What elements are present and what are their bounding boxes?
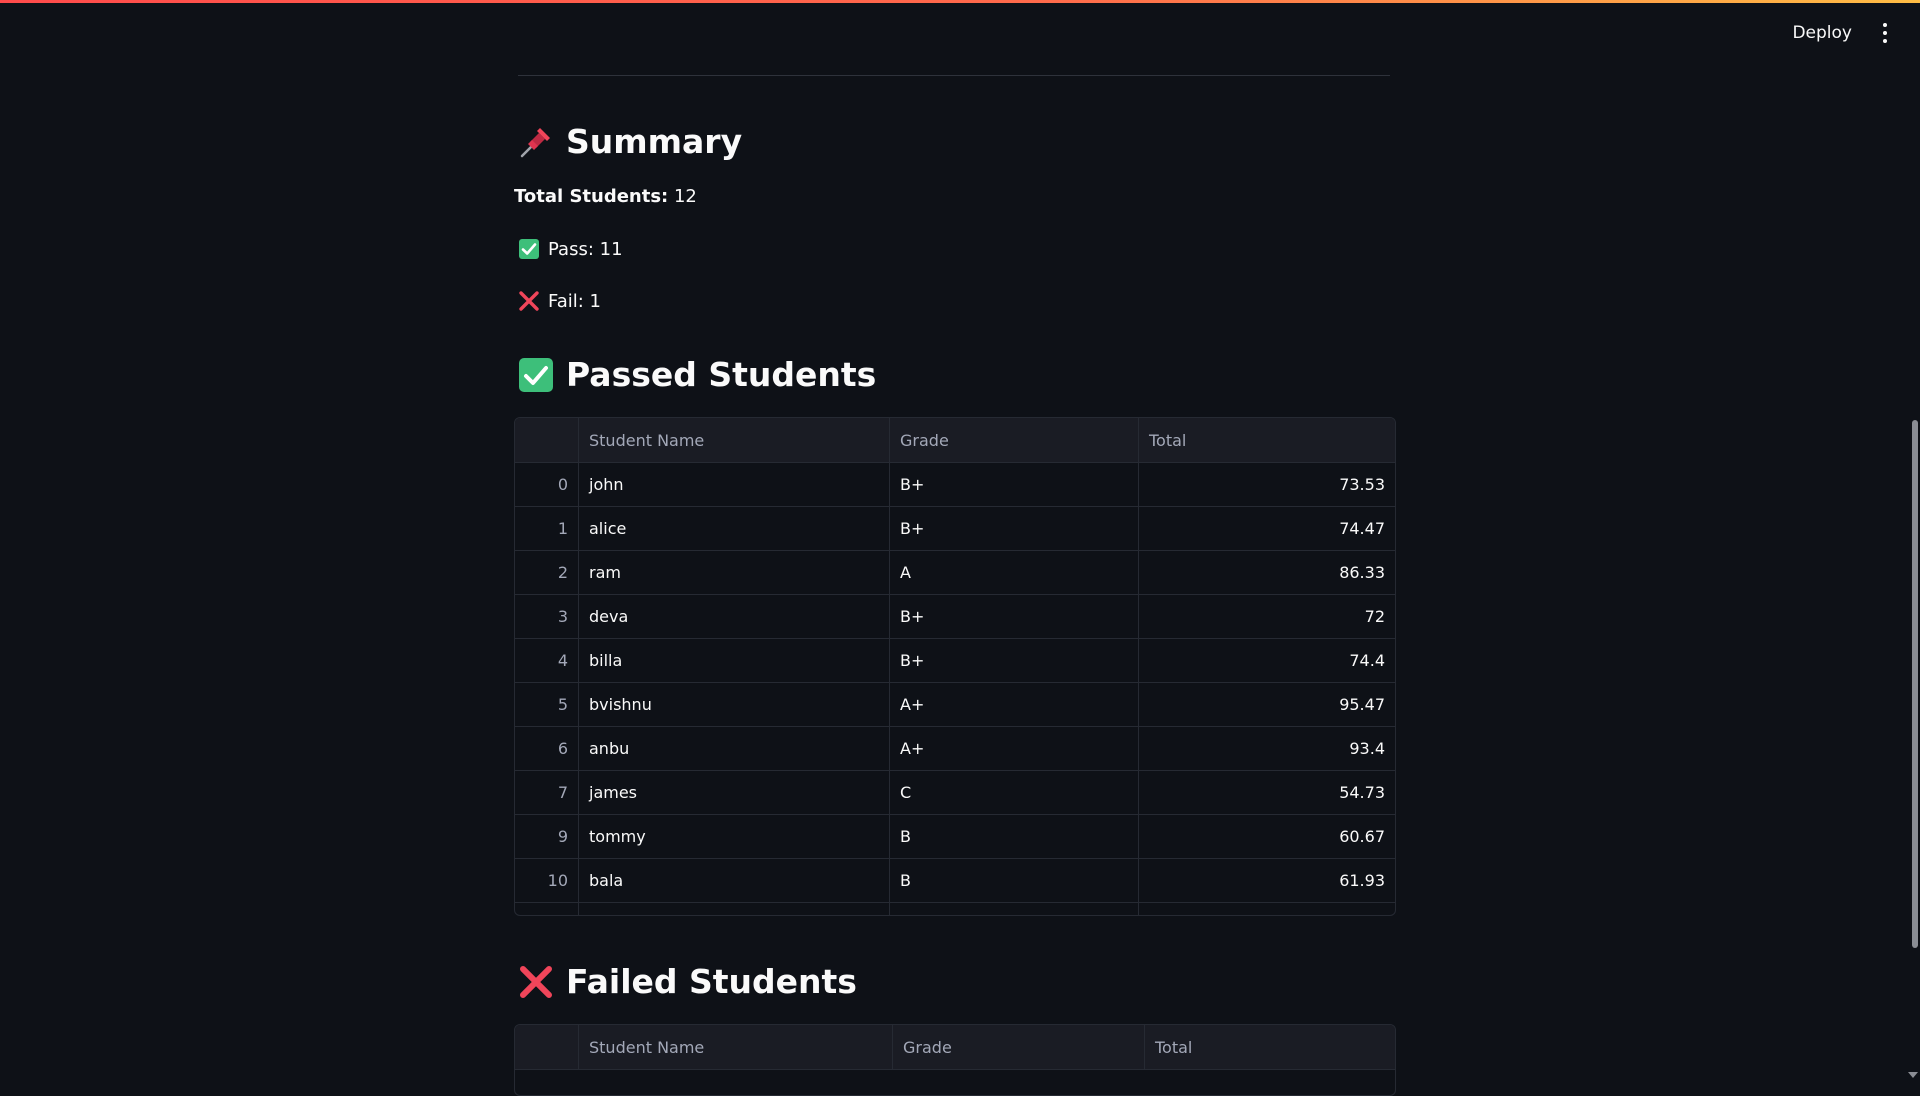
grade-cell[interactable]: B+: [890, 639, 1139, 682]
total-students-value: 12: [674, 186, 697, 207]
pass-count-text: Pass: 11: [548, 239, 623, 260]
grade-cell: [890, 903, 1139, 916]
student-name-column-header[interactable]: Student Name: [579, 1025, 893, 1069]
total-cell[interactable]: 74.4: [1139, 639, 1395, 682]
row-index-cell[interactable]: 4: [515, 639, 579, 682]
table-row[interactable]: 2ramA86.33: [515, 551, 1395, 595]
table-header-row: Student Name Grade Total: [515, 1025, 1395, 1070]
summary-heading: Summary: [518, 122, 742, 161]
total-students-line: Total Students: 12: [514, 186, 697, 207]
student-name-cell: [579, 903, 890, 916]
student-name-cell[interactable]: deva: [579, 595, 890, 638]
pass-count-line: Pass: 11: [518, 238, 623, 260]
grade-cell[interactable]: A+: [890, 727, 1139, 770]
table-header-row: Student Name Grade Total: [515, 418, 1395, 463]
grade-cell[interactable]: A: [890, 551, 1139, 594]
student-name-cell[interactable]: anbu: [579, 727, 890, 770]
cross-mark-icon: [518, 290, 540, 312]
check-mark-button-icon: [518, 357, 554, 393]
grade-cell[interactable]: B+: [890, 463, 1139, 506]
row-index-cell[interactable]: 9: [515, 815, 579, 858]
top-accent-bar: [0, 0, 1920, 3]
pushpin-icon: [518, 124, 554, 160]
total-column-header[interactable]: Total: [1145, 1025, 1395, 1069]
grade-cell[interactable]: C: [890, 771, 1139, 814]
summary-title: Summary: [566, 122, 742, 161]
total-cell[interactable]: 86.33: [1139, 551, 1395, 594]
table-row[interactable]: 4billaB+74.4: [515, 639, 1395, 683]
student-name-cell[interactable]: billa: [579, 639, 890, 682]
student-name-cell[interactable]: tommy: [579, 815, 890, 858]
row-index-cell[interactable]: 6: [515, 727, 579, 770]
row-index-cell[interactable]: 1: [515, 507, 579, 550]
total-cell: [1139, 903, 1395, 916]
row-index-cell[interactable]: 2: [515, 551, 579, 594]
section-divider: [518, 75, 1390, 76]
table-row[interactable]: 1aliceB+74.47: [515, 507, 1395, 551]
grade-column-header[interactable]: Grade: [893, 1025, 1145, 1069]
row-index-cell[interactable]: 7: [515, 771, 579, 814]
grade-column-header[interactable]: Grade: [890, 418, 1139, 462]
total-cell[interactable]: 54.73: [1139, 771, 1395, 814]
passed-students-title: Passed Students: [566, 355, 876, 394]
total-cell[interactable]: 95.47: [1139, 683, 1395, 726]
student-name-cell[interactable]: ram: [579, 551, 890, 594]
total-cell[interactable]: 93.4: [1139, 727, 1395, 770]
row-index-cell[interactable]: 0: [515, 463, 579, 506]
check-mark-button-icon: [518, 238, 540, 260]
fail-count-line: Fail: 1: [518, 290, 601, 312]
table-row[interactable]: 9tommyB60.67: [515, 815, 1395, 859]
failed-students-heading: Failed Students: [518, 962, 857, 1001]
grade-cell[interactable]: B+: [890, 507, 1139, 550]
table-row-partial: [515, 903, 1395, 916]
table-row[interactable]: 5bvishnuA+95.47: [515, 683, 1395, 727]
index-column-header[interactable]: [515, 418, 579, 462]
row-index-cell[interactable]: 5: [515, 683, 579, 726]
total-cell[interactable]: 74.47: [1139, 507, 1395, 550]
scroll-down-arrow-icon[interactable]: [1908, 1072, 1918, 1078]
student-name-cell[interactable]: james: [579, 771, 890, 814]
student-name-cell[interactable]: alice: [579, 507, 890, 550]
total-cell[interactable]: 73.53: [1139, 463, 1395, 506]
student-name-cell[interactable]: bvishnu: [579, 683, 890, 726]
fail-count-text: Fail: 1: [548, 291, 601, 312]
passed-table-body: 0johnB+73.531aliceB+74.472ramA86.333deva…: [515, 463, 1395, 903]
failed-students-table[interactable]: Student Name Grade Total: [514, 1024, 1396, 1096]
table-row[interactable]: 3devaB+72: [515, 595, 1395, 639]
total-cell[interactable]: 72: [1139, 595, 1395, 638]
app-toolbar: Deploy: [1792, 22, 1892, 44]
total-column-header[interactable]: Total: [1139, 418, 1395, 462]
passed-students-heading: Passed Students: [518, 355, 876, 394]
total-cell[interactable]: 60.67: [1139, 815, 1395, 858]
kebab-menu-icon[interactable]: [1878, 22, 1892, 44]
grade-cell[interactable]: B: [890, 815, 1139, 858]
page-scrollbar-thumb[interactable]: [1912, 420, 1918, 948]
row-index-cell[interactable]: 10: [515, 859, 579, 902]
passed-students-table[interactable]: Student Name Grade Total 0johnB+73.531al…: [514, 417, 1396, 916]
deploy-button[interactable]: Deploy: [1792, 23, 1852, 43]
grade-cell[interactable]: B+: [890, 595, 1139, 638]
cross-mark-icon: [518, 964, 554, 1000]
student-name-cell[interactable]: john: [579, 463, 890, 506]
student-name-cell[interactable]: bala: [579, 859, 890, 902]
failed-students-title: Failed Students: [566, 962, 857, 1001]
table-row[interactable]: 0johnB+73.53: [515, 463, 1395, 507]
grade-cell[interactable]: B: [890, 859, 1139, 902]
table-row[interactable]: 6anbuA+93.4: [515, 727, 1395, 771]
student-name-column-header[interactable]: Student Name: [579, 418, 890, 462]
row-index-cell[interactable]: 3: [515, 595, 579, 638]
table-row[interactable]: 10balaB61.93: [515, 859, 1395, 903]
grade-cell[interactable]: A+: [890, 683, 1139, 726]
row-index-cell: [515, 903, 579, 916]
index-column-header[interactable]: [515, 1025, 579, 1069]
total-students-label: Total Students:: [514, 186, 668, 207]
total-cell[interactable]: 61.93: [1139, 859, 1395, 902]
table-row[interactable]: 7jamesC54.73: [515, 771, 1395, 815]
